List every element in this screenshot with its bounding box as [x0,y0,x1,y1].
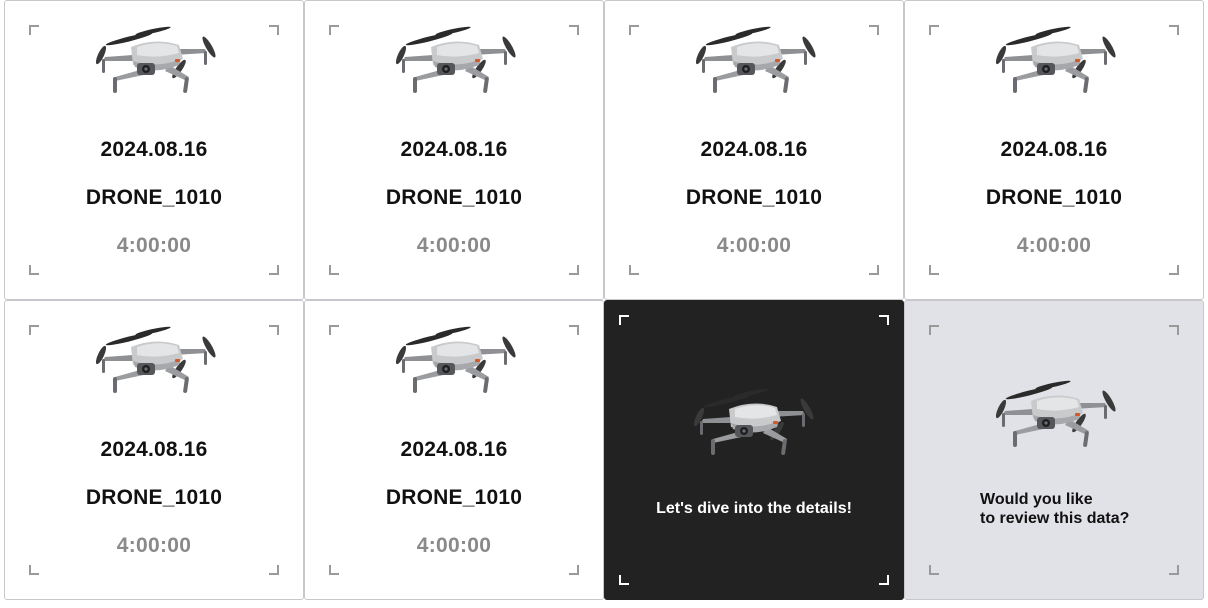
flight-duration: 4:00:00 [716,234,792,257]
drone-icon [693,25,817,93]
corner-mark [29,25,39,35]
review-prompt-line2: to review this data? [980,510,1130,527]
drone-icon [93,325,217,393]
flight-card[interactable]: 2024.08.16 DRONE_1010 4:00:00 [304,300,604,600]
flight-duration: 4:00:00 [416,234,492,257]
corner-mark [29,325,39,335]
corner-mark [569,265,579,275]
flight-date: 2024.08.16 [100,438,208,461]
corner-mark [629,265,639,275]
corner-mark [929,25,939,35]
flight-duration: 4:00:00 [116,534,192,557]
flight-card[interactable]: 2024.08.16 DRONE_1010 4:00:00 [4,0,304,300]
corner-mark [329,265,339,275]
flight-duration: 4:00:00 [416,534,492,557]
corner-mark [269,325,279,335]
corner-mark [269,265,279,275]
corner-mark [569,25,579,35]
corner-mark [269,25,279,35]
corner-mark [869,265,879,275]
corner-mark [269,565,279,575]
corner-mark [929,565,939,575]
corner-mark [29,565,39,575]
drone-icon [993,379,1117,447]
flight-duration: 4:00:00 [1016,234,1092,257]
flight-card[interactable]: 2024.08.16 DRONE_1010 4:00:00 [4,300,304,600]
flight-duration: 4:00:00 [116,234,192,257]
drone-name: DRONE_1010 [685,186,823,209]
flight-date: 2024.08.16 [700,138,808,161]
corner-mark [879,315,889,325]
drone-icon [691,387,815,455]
drone-icon [393,25,517,93]
corner-mark [619,575,629,585]
review-prompt: Would you like to review this data? [980,490,1129,528]
details-promo-card[interactable]: Let's dive into the details! [604,300,904,600]
corner-mark [1169,325,1179,335]
flight-date: 2024.08.16 [100,138,208,161]
flight-record-grid: 2024.08.16 DRONE_1010 4:00:00 2024.08.16… [4,0,1204,600]
drone-icon [93,25,217,93]
corner-mark [569,565,579,575]
flight-date: 2024.08.16 [400,438,508,461]
corner-mark [629,25,639,35]
corner-mark [619,315,629,325]
corner-mark [879,575,889,585]
corner-mark [29,265,39,275]
drone-icon [993,25,1117,93]
flight-date: 2024.08.16 [1000,138,1108,161]
promo-text: Let's dive into the details! [656,500,852,517]
corner-mark [869,25,879,35]
corner-mark [1169,565,1179,575]
corner-mark [1169,265,1179,275]
drone-icon [393,325,517,393]
corner-mark [1169,25,1179,35]
corner-mark [329,25,339,35]
review-data-card[interactable]: Would you like to review this data? [904,300,1204,600]
drone-name: DRONE_1010 [85,186,223,209]
drone-name: DRONE_1010 [385,186,523,209]
review-prompt-line1: Would you like [980,491,1093,508]
corner-mark [929,325,939,335]
flight-card[interactable]: 2024.08.16 DRONE_1010 4:00:00 [304,0,604,300]
corner-mark [329,565,339,575]
drone-name: DRONE_1010 [985,186,1123,209]
flight-card[interactable]: 2024.08.16 DRONE_1010 4:00:00 [604,0,904,300]
drone-name: DRONE_1010 [85,486,223,509]
flight-date: 2024.08.16 [400,138,508,161]
corner-mark [929,265,939,275]
corner-mark [569,325,579,335]
flight-card[interactable]: 2024.08.16 DRONE_1010 4:00:00 [904,0,1204,300]
corner-mark [329,325,339,335]
drone-name: DRONE_1010 [385,486,523,509]
